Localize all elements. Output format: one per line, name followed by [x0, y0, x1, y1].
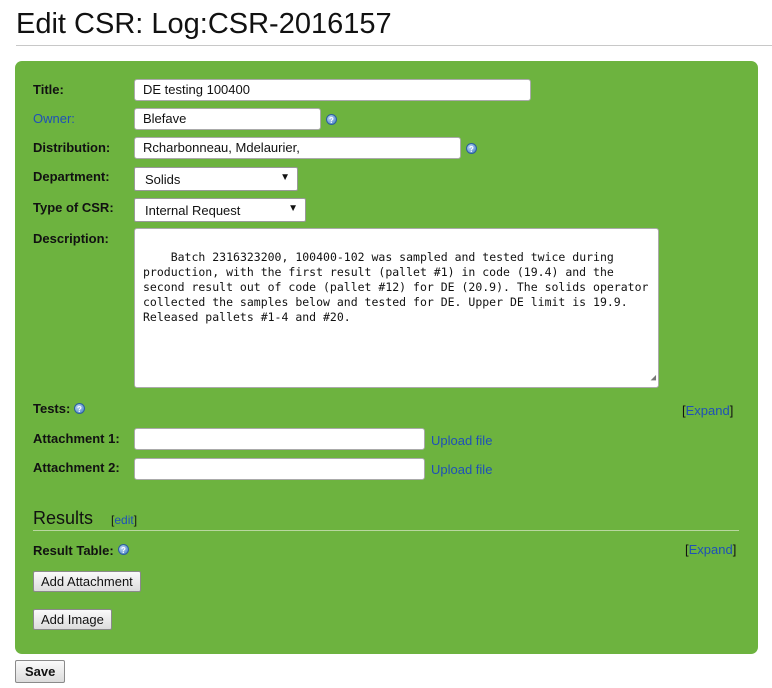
resize-grip-icon[interactable]: ◢: [651, 371, 656, 386]
department-label: Department:: [33, 169, 110, 184]
title-label: Title:: [33, 82, 64, 97]
type-of-csr-select[interactable]: Internal Request ▼: [134, 198, 306, 222]
add-attachment-button[interactable]: Add Attachment: [33, 571, 141, 592]
description-label: Description:: [33, 231, 109, 246]
title-divider: [16, 45, 772, 46]
attachment-2-input[interactable]: [134, 458, 425, 480]
type-of-csr-label: Type of CSR:: [33, 200, 114, 215]
result-table-expand-link[interactable]: Expand: [689, 542, 733, 557]
distribution-help-icon[interactable]: ?: [466, 143, 477, 154]
distribution-input[interactable]: Rcharbonneau, Mdelaurier,: [134, 137, 461, 159]
results-heading: Results: [33, 508, 94, 528]
attachment-1-upload-link[interactable]: Upload file: [431, 433, 492, 448]
results-edit-link[interactable]: edit: [114, 513, 133, 527]
description-textarea[interactable]: Batch 2316323200, 100400-102 was sampled…: [134, 228, 659, 388]
page-title: Edit CSR: Log:CSR-2016157: [16, 8, 392, 40]
tests-expand: [Expand]: [682, 403, 734, 418]
owner-input[interactable]: Blefave: [134, 108, 321, 130]
tests-help-icon[interactable]: ?: [74, 403, 85, 414]
dropdown-caret-icon: ▼: [280, 172, 290, 183]
title-input[interactable]: DE testing 100400: [134, 79, 531, 101]
result-table-label: Result Table:: [33, 543, 114, 558]
tests-expand-link[interactable]: Expand: [686, 403, 730, 418]
results-divider: [33, 530, 739, 531]
dropdown-caret-icon: ▼: [288, 203, 298, 214]
add-image-button[interactable]: Add Image: [33, 609, 112, 630]
owner-label-link[interactable]: Owner:: [33, 111, 75, 126]
type-selected-value: Internal Request: [145, 203, 241, 218]
distribution-label: Distribution:: [33, 140, 111, 155]
save-button[interactable]: Save: [15, 660, 66, 683]
attachment-1-label: Attachment 1:: [33, 431, 120, 446]
attachment-2-upload-link[interactable]: Upload file: [431, 462, 492, 477]
attachment-1-input[interactable]: [134, 428, 425, 450]
description-text: Batch 2316323200, 100400-102 was sampled…: [143, 250, 656, 324]
owner-help-icon[interactable]: ?: [326, 114, 337, 125]
attachment-2-label: Attachment 2:: [33, 460, 120, 475]
department-selected-value: Solids: [145, 172, 181, 187]
tests-label: Tests:: [33, 401, 71, 416]
department-select[interactable]: Solids ▼: [134, 167, 298, 191]
results-edit: [edit]: [111, 513, 138, 527]
result-table-help-icon[interactable]: ?: [118, 544, 129, 555]
csr-form-panel: Title: DE testing 100400 Owner: Blefave …: [15, 61, 758, 654]
result-table-expand: [Expand]: [685, 542, 737, 557]
